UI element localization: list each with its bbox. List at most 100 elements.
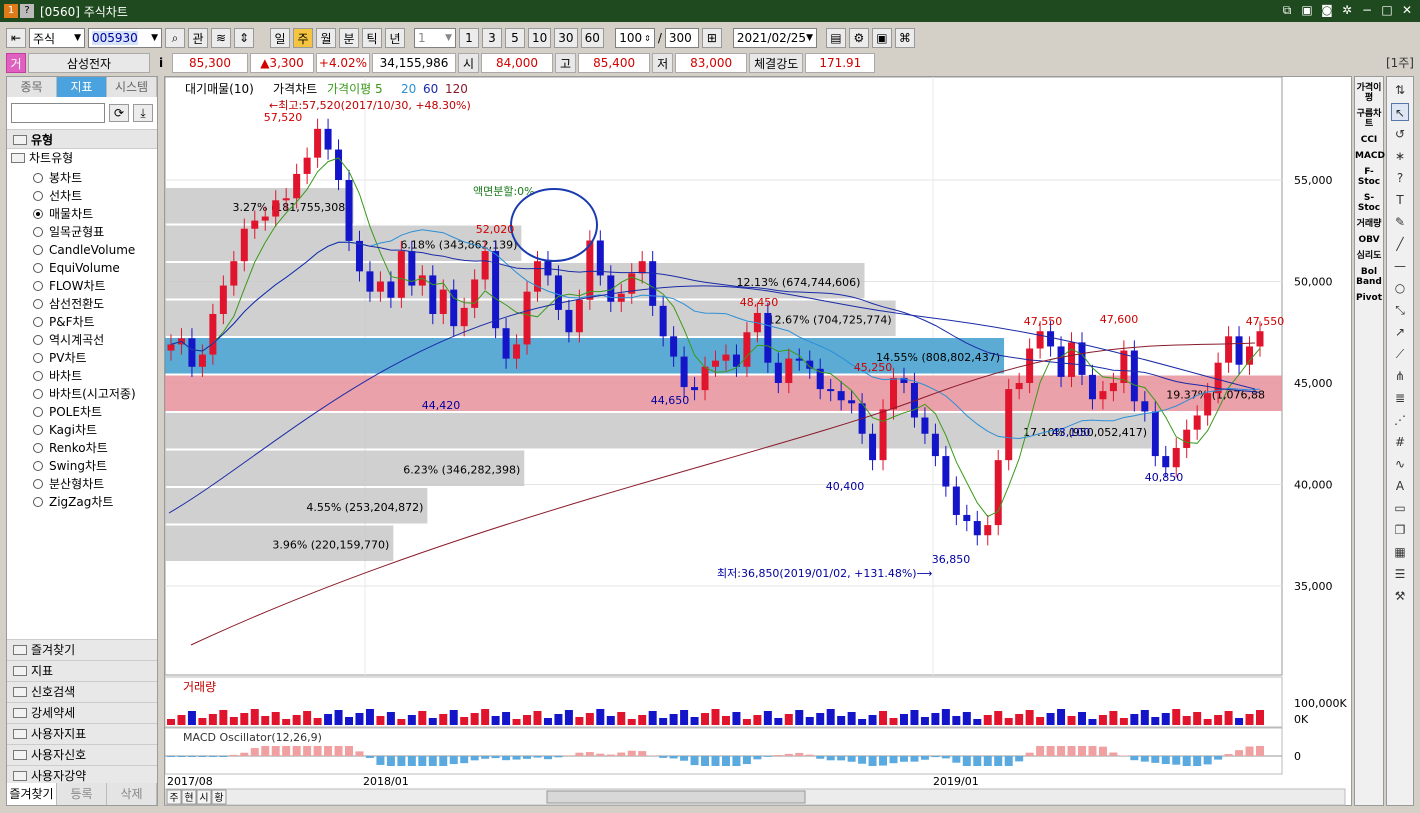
radio-icon[interactable]: [33, 335, 43, 345]
scroll-thumb[interactable]: [546, 790, 806, 804]
chart-type-item[interactable]: 역시계곡선: [7, 331, 157, 349]
chart-type-item[interactable]: 바차트: [7, 367, 157, 385]
radio-icon[interactable]: [33, 227, 43, 237]
indicator-button[interactable]: MACD: [1355, 151, 1385, 161]
first-icon[interactable]: ⇤: [6, 28, 26, 48]
chart-type-item[interactable]: FLOW차트: [7, 277, 157, 295]
indicator-button[interactable]: 가격이평: [1355, 83, 1383, 103]
circle-icon[interactable]: ○: [1391, 279, 1409, 297]
radio-icon[interactable]: [33, 407, 43, 417]
tab-register[interactable]: 등록: [57, 783, 107, 805]
unit-10-button[interactable]: 10: [528, 28, 552, 48]
text-icon[interactable]: T: [1391, 191, 1409, 209]
indicator-button[interactable]: F-Stoc: [1355, 167, 1383, 187]
search-icon[interactable]: ⌕: [165, 28, 185, 48]
camera-icon[interactable]: ◙: [1320, 3, 1334, 17]
indicator-button[interactable]: Bol Band: [1355, 267, 1383, 287]
grid-icon[interactable]: #: [1391, 433, 1409, 451]
radio-icon[interactable]: [33, 479, 43, 489]
radio-icon[interactable]: [33, 209, 43, 219]
settings-icon[interactable]: ✲: [1340, 3, 1354, 17]
chart-type-item[interactable]: 봉차트: [7, 169, 157, 187]
indicator-button[interactable]: OBV: [1355, 235, 1383, 245]
period-month[interactable]: 월: [316, 28, 336, 48]
minimize-icon[interactable]: −: [1360, 3, 1374, 17]
undo-icon[interactable]: ↺: [1391, 125, 1409, 143]
left-bottom-section[interactable]: 강세약세: [7, 702, 157, 723]
radio-icon[interactable]: [33, 245, 43, 255]
arrow-icon[interactable]: ↗: [1391, 323, 1409, 341]
radio-icon[interactable]: [33, 317, 43, 327]
date-select[interactable]: 2021/02/25 ▼: [732, 28, 817, 48]
config-icon[interactable]: ⚙: [848, 28, 869, 48]
left-bottom-section[interactable]: 지표: [7, 660, 157, 681]
info-icon[interactable]: i: [152, 53, 170, 73]
stock-chart[interactable]: 55,000 50,000 45,000 40,000 35,000 3.96% (220…: [164, 76, 1353, 807]
chart-type-item[interactable]: ZigZag차트: [7, 493, 157, 511]
updown-icon[interactable]: ⇕: [234, 28, 254, 48]
radio-icon[interactable]: [33, 497, 43, 507]
chart-type-item[interactable]: 분산형차트: [7, 475, 157, 493]
tools-icon[interactable]: ⌘: [894, 28, 915, 48]
unit-60-button[interactable]: 60: [580, 28, 604, 48]
left-search-input[interactable]: [11, 103, 105, 123]
chart-type-item[interactable]: PV차트: [7, 349, 157, 367]
radio-icon[interactable]: [33, 443, 43, 453]
chart-type-item[interactable]: Swing차트: [7, 457, 157, 475]
chart-type-item[interactable]: Kagi차트: [7, 421, 157, 439]
save-icon[interactable]: ▣: [1300, 3, 1314, 17]
unit-3-button[interactable]: 3: [482, 28, 502, 48]
period-minute[interactable]: 분: [339, 28, 359, 48]
radio-icon[interactable]: [33, 389, 43, 399]
period-day[interactable]: 일: [270, 28, 290, 48]
unit-select[interactable]: 1 ▼: [414, 28, 456, 48]
tab-system[interactable]: 시스템: [107, 77, 157, 97]
section-type[interactable]: 유형: [7, 129, 157, 149]
measure-icon[interactable]: ⤡: [1391, 301, 1409, 319]
unit-5-button[interactable]: 5: [505, 28, 525, 48]
fib-icon[interactable]: ≣: [1391, 389, 1409, 407]
chart-type-item[interactable]: Renko차트: [7, 439, 157, 457]
indicator-button[interactable]: S-Stoc: [1355, 193, 1383, 213]
period-week[interactable]: 주: [293, 28, 313, 48]
left-bottom-section[interactable]: 사용자신호: [7, 744, 157, 765]
indicator-box[interactable]: 거: [6, 53, 26, 73]
chart-type-item[interactable]: POLE차트: [7, 403, 157, 421]
chart-type-item[interactable]: 삼선전환도: [7, 295, 157, 313]
indicator-button[interactable]: Pivot: [1355, 293, 1383, 303]
chart-type-item[interactable]: CandleVolume: [7, 241, 157, 259]
hline-icon[interactable]: —: [1391, 257, 1409, 275]
chart-type-item[interactable]: 바차트(시고저종): [7, 385, 157, 403]
fan-icon[interactable]: ⋰: [1391, 411, 1409, 429]
indicator-button[interactable]: 거래량: [1355, 219, 1383, 229]
radio-icon[interactable]: [33, 425, 43, 435]
chart-type-header[interactable]: 차트유형: [7, 149, 157, 167]
radio-icon[interactable]: [33, 191, 43, 201]
zoom-icon[interactable]: ⊞: [701, 28, 722, 48]
indicator-button[interactable]: 구름차트: [1355, 109, 1383, 129]
tab-indicators[interactable]: 지표: [57, 77, 107, 97]
radio-icon[interactable]: [33, 353, 43, 363]
tab-favorites[interactable]: 즐겨찾기: [7, 783, 57, 805]
left-bottom-section[interactable]: 사용자지표: [7, 723, 157, 744]
sort-icon[interactable]: ⇅: [1391, 81, 1409, 99]
chart-area[interactable]: 55,000 50,000 45,000 40,000 35,000 3.96% (220…: [164, 76, 1352, 806]
left-bottom-section[interactable]: 신호검색: [7, 681, 157, 702]
radio-icon[interactable]: [33, 371, 43, 381]
download-icon[interactable]: ⤓: [133, 104, 153, 122]
radio-icon[interactable]: [33, 173, 43, 183]
wrench-icon[interactable]: ⚒: [1391, 587, 1409, 605]
help-icon[interactable]: ?: [1391, 169, 1409, 187]
all-icon[interactable]: ∗: [1391, 147, 1409, 165]
maximize-icon[interactable]: □: [1380, 3, 1394, 17]
tab-delete[interactable]: 삭제: [107, 783, 157, 805]
chart-type-item[interactable]: P&F차트: [7, 313, 157, 331]
fork-icon[interactable]: ⋔: [1391, 367, 1409, 385]
refresh-icon[interactable]: ⟳: [109, 104, 129, 122]
ruler-icon[interactable]: ⟋: [1391, 345, 1409, 363]
chart-icon[interactable]: ▤: [825, 28, 846, 48]
chart-type-item[interactable]: EquiVolume: [7, 259, 157, 277]
radio-icon[interactable]: [33, 263, 43, 273]
cursor-icon[interactable]: ↖: [1391, 103, 1409, 121]
radio-icon[interactable]: [33, 461, 43, 471]
